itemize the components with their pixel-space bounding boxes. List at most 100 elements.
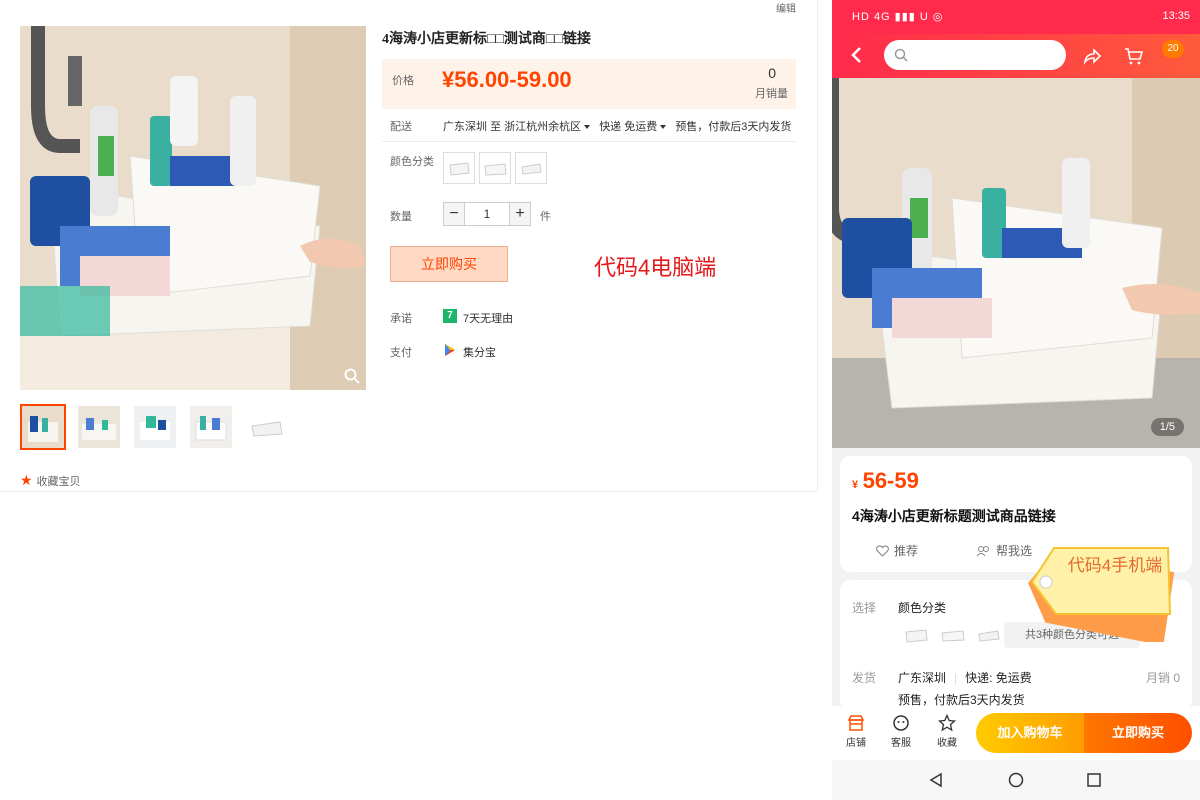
mobile-code-label: 代码4手机端 bbox=[1067, 556, 1163, 575]
quantity-input[interactable]: 1 bbox=[465, 202, 509, 226]
shipping-label: 配送 bbox=[390, 121, 412, 133]
color-option-label: 颜色分类 bbox=[898, 601, 947, 615]
bottom-action-bar: 店铺 客服 收藏 加入购物车 立即购买 bbox=[832, 706, 1200, 760]
shop-button[interactable]: 店铺 bbox=[840, 714, 872, 749]
color-swatch-3[interactable] bbox=[515, 152, 547, 184]
mobile-price: ¥ 56-59 bbox=[852, 468, 919, 494]
points-icon bbox=[445, 344, 455, 356]
thumbnail-1[interactable] bbox=[20, 404, 66, 450]
recommend-label: 推荐 bbox=[894, 544, 919, 558]
chevron-down-icon bbox=[584, 125, 591, 130]
mobile-code-tag: 代码4手机端 bbox=[1020, 538, 1184, 646]
status-time: 13:35 bbox=[1162, 10, 1190, 22]
color-label: 颜色分类 bbox=[390, 156, 434, 168]
star-icon: ★ bbox=[20, 472, 33, 488]
quantity-stepper: − 1 + bbox=[443, 202, 531, 226]
price-box: 价格 ¥56.00-59.00 0 月销量 bbox=[382, 59, 796, 109]
select-label: 选择 bbox=[852, 601, 877, 615]
price-symbol: ¥ bbox=[852, 479, 859, 491]
service-icon bbox=[893, 715, 909, 731]
cart-badge: 20 bbox=[1162, 40, 1184, 58]
ship-label: 发货 bbox=[852, 671, 877, 685]
quantity-label: 数量 bbox=[390, 211, 412, 223]
ship-from: 广东深圳 bbox=[898, 671, 947, 685]
chevron-down-icon bbox=[660, 125, 667, 130]
share-icon[interactable] bbox=[1082, 46, 1102, 66]
zoom-icon[interactable] bbox=[344, 368, 360, 384]
thumbnail-5[interactable] bbox=[244, 404, 290, 450]
color-swatch-2[interactable] bbox=[479, 152, 511, 184]
payment-text: 集分宝 bbox=[463, 347, 496, 359]
thumbnail-2[interactable] bbox=[76, 404, 122, 450]
ship-to: 浙江杭州余杭区 bbox=[504, 121, 582, 133]
service-label: 客服 bbox=[891, 738, 911, 749]
favorite-link[interactable]: ★ 收藏宝贝 bbox=[20, 472, 81, 489]
price-value: ¥56.00-59.00 bbox=[442, 67, 572, 92]
edit-link[interactable]: 编辑 bbox=[776, 0, 796, 15]
mobile-swatch-2[interactable] bbox=[938, 622, 968, 646]
favorite-label: 收藏 bbox=[937, 738, 957, 749]
shop-icon bbox=[847, 715, 865, 731]
search-icon bbox=[894, 48, 908, 62]
ship-info: 广东深圳 | 快递: 免运费 bbox=[898, 669, 1032, 686]
star-icon bbox=[938, 714, 956, 732]
top-bar: 20 bbox=[832, 34, 1200, 78]
mobile-swatch-1[interactable] bbox=[902, 622, 932, 646]
shipping-info: 广东深圳 至 浙江杭州余杭区 快递 免运费 预售，付款后3天内发货 bbox=[443, 118, 791, 134]
desktop-code-label: 代码4电脑端 bbox=[594, 255, 717, 280]
mobile-product-page: HD 4G ▮▮▮ U ◎ 13:35 20 1/5 ¥ 56-59 4海涛小店… bbox=[832, 0, 1200, 800]
mobile-swatch-3[interactable] bbox=[974, 622, 1004, 646]
payment-label: 支付 bbox=[390, 347, 412, 359]
price-label: 价格 bbox=[392, 75, 414, 87]
color-swatches bbox=[443, 152, 547, 184]
action-row: 推荐 帮我选 bbox=[876, 542, 1032, 559]
mobile-product-title: 4海涛小店更新标题测试商品链接 bbox=[852, 508, 1056, 524]
nav-back-icon[interactable] bbox=[928, 772, 944, 788]
quantity-unit: 件 bbox=[540, 211, 551, 223]
desktop-product-page: 编辑 ★ 收藏宝贝 4海涛小店更新标□□测试商□□链接 价格 ¥56.00-59… bbox=[0, 0, 818, 492]
back-icon[interactable] bbox=[850, 46, 862, 64]
search-input[interactable] bbox=[884, 40, 1066, 70]
status-indicators: HD 4G ▮▮▮ U ◎ bbox=[852, 11, 944, 23]
promise-text[interactable]: 7天无理由 bbox=[463, 310, 513, 326]
image-counter: 1/5 bbox=[1150, 418, 1184, 436]
seven-days-icon: 7 bbox=[443, 309, 457, 323]
monthly-sales-label: 月销量 bbox=[755, 88, 788, 100]
ship-to-select[interactable]: 浙江杭州余杭区 bbox=[504, 121, 596, 133]
quantity-plus-button[interactable]: + bbox=[509, 202, 531, 226]
thumbnail-3[interactable] bbox=[132, 404, 178, 450]
main-product-image[interactable] bbox=[20, 26, 366, 390]
ship-from: 广东深圳 bbox=[443, 121, 487, 133]
ship-to-word: 至 bbox=[490, 121, 502, 133]
monthly-sales-count: 0 bbox=[768, 65, 776, 81]
shop-label: 店铺 bbox=[846, 738, 866, 749]
color-swatch-1[interactable] bbox=[443, 152, 475, 184]
service-button[interactable]: 客服 bbox=[885, 714, 917, 749]
buy-now-button[interactable]: 立即购买 bbox=[390, 246, 508, 282]
nav-recent-icon[interactable] bbox=[1086, 772, 1102, 788]
monthly-sales: 月销 0 bbox=[1145, 671, 1180, 685]
express: 快递: 免运费 bbox=[965, 671, 1032, 685]
users-icon bbox=[976, 545, 990, 556]
mobile-product-image[interactable]: 1/5 bbox=[832, 78, 1200, 448]
divider bbox=[382, 141, 796, 142]
mobile-buy-now-button[interactable]: 立即购买 bbox=[1084, 713, 1192, 753]
system-nav-bar bbox=[832, 760, 1200, 800]
price-value: 56-59 bbox=[862, 468, 919, 493]
express-select[interactable]: 快递 免运费 bbox=[599, 121, 672, 133]
cart-icon[interactable] bbox=[1124, 46, 1144, 66]
add-to-cart-button[interactable]: 加入购物车 bbox=[976, 713, 1084, 753]
nav-home-icon[interactable] bbox=[1008, 772, 1024, 788]
thumbnail-strip bbox=[20, 404, 290, 450]
promise-label: 承诺 bbox=[390, 313, 412, 325]
status-bar: HD 4G ▮▮▮ U ◎ 13:35 bbox=[832, 0, 1200, 34]
product-title: 4海涛小店更新标□□测试商□□链接 bbox=[382, 32, 591, 47]
favorite-label: 收藏宝贝 bbox=[36, 475, 81, 488]
thumbnail-4[interactable] bbox=[188, 404, 234, 450]
heart-icon bbox=[876, 544, 889, 557]
presale-note: 预售，付款后3天内发货 bbox=[675, 121, 792, 133]
quantity-minus-button[interactable]: − bbox=[443, 202, 465, 226]
recommend-button[interactable]: 推荐 bbox=[876, 542, 918, 559]
favorite-button[interactable]: 收藏 bbox=[931, 714, 963, 749]
separator: | bbox=[954, 671, 958, 685]
